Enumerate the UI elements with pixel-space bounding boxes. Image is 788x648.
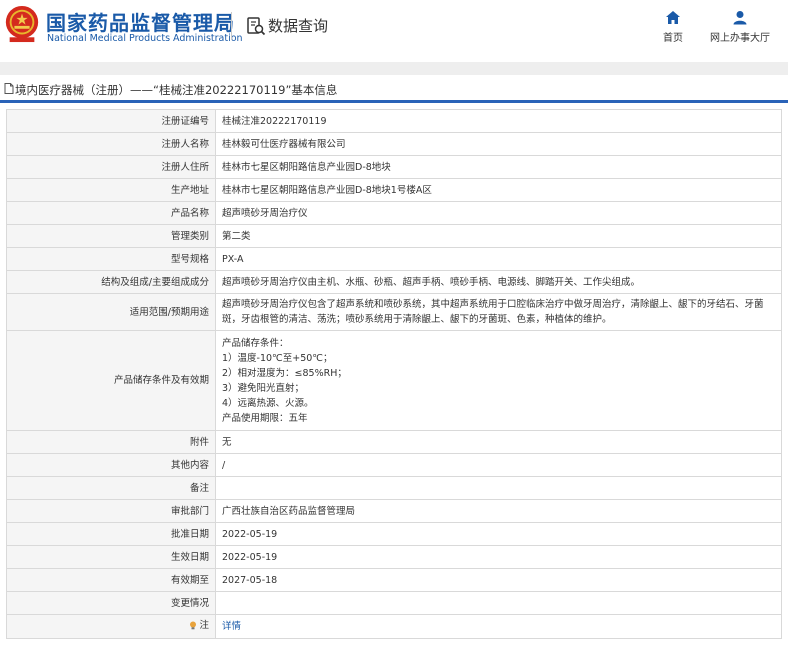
table-row: 审批部门 广西壮族自治区药品监督管理局 — [6, 499, 782, 523]
lightbulb-icon — [190, 621, 197, 630]
details-link[interactable]: 详情 — [222, 621, 241, 632]
row-label: 适用范围/预期用途 — [6, 293, 216, 331]
table-row: 附件 无 — [6, 430, 782, 454]
row-value: 桂械注准20222170119 — [215, 109, 782, 133]
row-label: 结构及组成/主要组成成分 — [6, 270, 216, 294]
table-row: 型号规格 PX-A — [6, 247, 782, 271]
row-label: 批准日期 — [6, 522, 216, 546]
storage-line: 4）远离热源、火源。 — [222, 397, 314, 409]
header-separator-strip — [0, 62, 788, 75]
record-title: 境内医疗器械（注册）——“桂械注准20222170119”基本信息 — [15, 83, 338, 97]
row-label: 生效日期 — [6, 545, 216, 569]
row-value: 桂林毅可仕医疗器械有限公司 — [215, 132, 782, 156]
detail-table: 注册证编号 桂械注准20222170119 注册人名称 桂林毅可仕医疗器械有限公… — [6, 109, 782, 639]
national-emblem-icon — [5, 5, 39, 43]
nav-online-hall-label: 网上办事大厅 — [710, 33, 770, 44]
note-label-text: 注 — [199, 620, 209, 631]
row-label: 产品储存条件及有效期 — [6, 330, 216, 431]
table-row: 注 详情 — [6, 614, 782, 639]
table-row: 结构及组成/主要组成成分 超声喷砂牙周治疗仪由主机、水瓶、砂瓶、超声手柄、喷砂手… — [6, 270, 782, 294]
home-icon — [666, 11, 680, 24]
row-label: 变更情况 — [6, 591, 216, 615]
row-value: 2022-05-19 — [215, 545, 782, 569]
row-label: 附件 — [6, 430, 216, 454]
table-row: 其他内容 / — [6, 453, 782, 477]
table-row: 产品名称 超声喷砂牙周治疗仪 — [6, 201, 782, 225]
table-row: 有效期至 2027-05-18 — [6, 568, 782, 592]
table-row: 注册人住所 桂林市七星区朝阳路信息产业园D-8地块 — [6, 155, 782, 179]
storage-line: 2）相对湿度为：≤85%RH； — [222, 367, 347, 379]
table-row: 适用范围/预期用途 超声喷砂牙周治疗仪包含了超声系统和喷砂系统，其中超声系统用于… — [6, 293, 782, 331]
table-row: 注册人名称 桂林毅可仕医疗器械有限公司 — [6, 132, 782, 156]
nav-home-label: 首页 — [663, 33, 683, 44]
row-value-note: 详情 — [215, 614, 782, 639]
row-label: 注册人住所 — [6, 155, 216, 179]
row-value: 超声喷砂牙周治疗仪 — [215, 201, 782, 225]
agency-name-en: National Medical Products Administration — [47, 33, 243, 44]
table-row: 注册证编号 桂械注准20222170119 — [6, 109, 782, 133]
row-label: 注册证编号 — [6, 109, 216, 133]
row-label: 注册人名称 — [6, 132, 216, 156]
document-icon — [4, 83, 14, 94]
row-value: 超声喷砂牙周治疗仪包含了超声系统和喷砂系统，其中超声系统用于口腔临床治疗中做牙周… — [215, 293, 782, 331]
row-value: 桂林市七星区朝阳路信息产业园D-8地块1号楼A区 — [215, 178, 782, 202]
row-value: 无 — [215, 430, 782, 454]
record-title-bar: 境内医疗器械（注册）——“桂械注准20222170119”基本信息 — [0, 75, 788, 103]
row-label: 生产地址 — [6, 178, 216, 202]
note-label: 注 — [189, 618, 209, 633]
row-label: 审批部门 — [6, 499, 216, 523]
table-row: 生效日期 2022-05-19 — [6, 545, 782, 569]
storage-line: 产品储存条件： — [222, 337, 289, 349]
row-value-storage: 产品储存条件： 1）温度-10℃至+50℃； 2）相对湿度为：≤85%RH； 3… — [215, 330, 782, 431]
row-value — [215, 591, 782, 615]
row-value: / — [215, 453, 782, 477]
nav-online-hall-link[interactable]: 网上办事大厅 — [710, 10, 770, 44]
nav-home-link[interactable]: 首页 — [660, 10, 686, 44]
table-row: 变更情况 — [6, 591, 782, 615]
data-query-title: 数据查询 — [268, 17, 329, 35]
row-value: 2027-05-18 — [215, 568, 782, 592]
row-value: 第二类 — [215, 224, 782, 248]
table-row: 产品储存条件及有效期 产品储存条件： 1）温度-10℃至+50℃； 2）相对湿度… — [6, 330, 782, 431]
row-value: 广西壮族自治区药品监督管理局 — [215, 499, 782, 523]
table-row: 备注 — [6, 476, 782, 500]
header-divider — [231, 12, 232, 40]
storage-line: 3）避免阳光直射； — [222, 382, 305, 394]
row-value: 2022-05-19 — [215, 522, 782, 546]
row-label-note: 注 — [6, 614, 216, 639]
table-row: 管理类别 第二类 — [6, 224, 782, 248]
row-label: 备注 — [6, 476, 216, 500]
table-row: 生产地址 桂林市七星区朝阳路信息产业园D-8地块1号楼A区 — [6, 178, 782, 202]
row-label: 型号规格 — [6, 247, 216, 271]
row-value: 桂林市七星区朝阳路信息产业园D-8地块 — [215, 155, 782, 179]
table-row: 批准日期 2022-05-19 — [6, 522, 782, 546]
row-label: 有效期至 — [6, 568, 216, 592]
row-label: 产品名称 — [6, 201, 216, 225]
row-value: PX-A — [215, 247, 782, 271]
row-value — [215, 476, 782, 500]
storage-line: 产品使用期限：五年 — [222, 412, 308, 424]
data-query-icon — [247, 17, 266, 36]
agency-name-cn: 国家药品监督管理局 — [46, 11, 235, 35]
detail-table-container: 注册证编号 桂械注准20222170119 注册人名称 桂林毅可仕医疗器械有限公… — [6, 109, 782, 639]
row-label: 其他内容 — [6, 453, 216, 477]
storage-line: 1）温度-10℃至+50℃； — [222, 352, 333, 364]
site-header: 国家药品监督管理局 National Medical Products Admi… — [0, 0, 788, 52]
row-value: 超声喷砂牙周治疗仪由主机、水瓶、砂瓶、超声手柄、喷砂手柄、电源线、脚踏开关、工作… — [215, 270, 782, 294]
row-label: 管理类别 — [6, 224, 216, 248]
person-icon — [733, 11, 747, 25]
